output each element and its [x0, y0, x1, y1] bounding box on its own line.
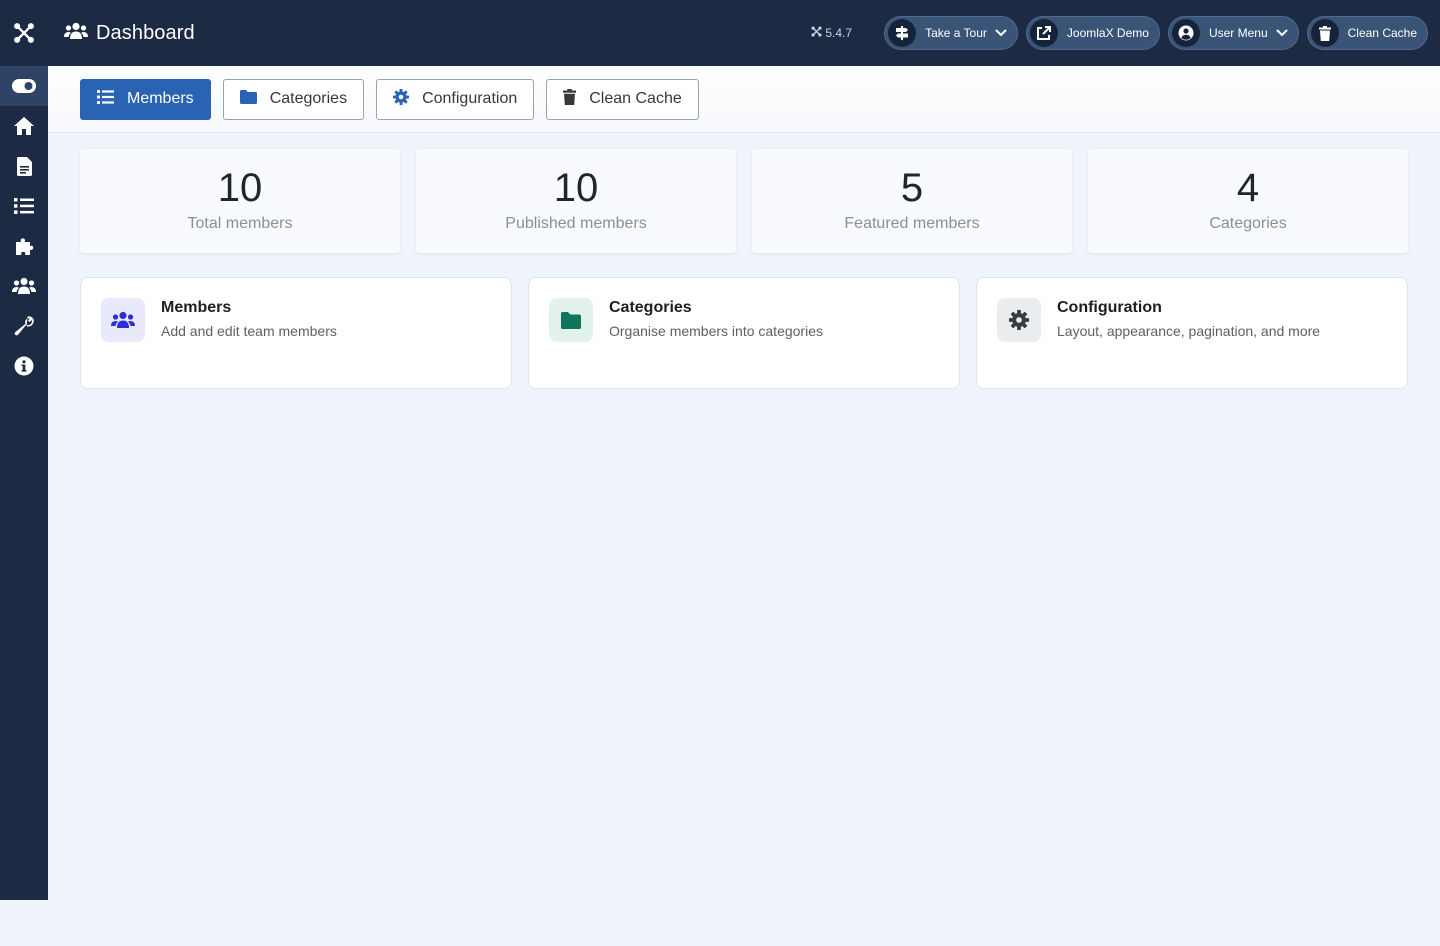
list-icon — [14, 198, 34, 214]
joomlax-demo-label: JoomlaX Demo — [1066, 26, 1149, 40]
folder-icon — [549, 298, 593, 342]
card-title: Categories — [609, 299, 692, 316]
sidebar-item-content[interactable] — [0, 146, 48, 186]
title-wrap: Dashboard — [64, 22, 195, 45]
sidebar-item-components[interactable] — [0, 226, 48, 266]
stat-value: 10 — [553, 166, 599, 210]
header-clean-cache-label: Clean Cache — [1347, 26, 1417, 40]
categories-button[interactable]: Categories — [222, 78, 365, 120]
users-icon — [64, 22, 96, 45]
quick-links: Members Add and edit team members Catego… — [80, 277, 1408, 389]
stats-row: 10 Total members 10 Published members 5 … — [80, 149, 1408, 253]
wrench-icon — [14, 316, 34, 336]
joomla-logo-icon — [811, 26, 825, 40]
members-button[interactable]: Members — [80, 78, 211, 120]
version-text: 5.4.7 — [825, 26, 853, 40]
header: Dashboard 5.4.7 Take a Tour JoomlaX Demo… — [48, 0, 1440, 66]
chevron-down-icon — [1275, 29, 1288, 37]
file-icon — [16, 156, 32, 176]
sidebar-item-system[interactable] — [0, 306, 48, 346]
user-menu-button[interactable]: User Menu — [1167, 16, 1299, 50]
sidebar-item-menus[interactable] — [0, 186, 48, 226]
info-icon — [14, 356, 34, 376]
categories-button-label: Categories — [269, 90, 348, 107]
list-icon — [97, 89, 127, 109]
card-text: Configuration Layout, appearance, pagina… — [1057, 298, 1320, 368]
user-menu-label: User Menu — [1208, 26, 1268, 40]
card-title: Configuration — [1057, 299, 1162, 316]
configuration-button-label: Configuration — [422, 90, 518, 107]
header-clean-cache-button[interactable]: Clean Cache — [1306, 16, 1428, 50]
stat-published-members: 10 Published members — [416, 149, 736, 253]
joomla-logo-icon[interactable] — [0, 0, 48, 66]
header-actions: 5.4.7 Take a Tour JoomlaX Demo User Menu… — [811, 16, 1428, 50]
take-a-tour-button[interactable]: Take a Tour — [884, 16, 1018, 50]
stat-label: Categories — [1209, 215, 1287, 232]
folder-icon — [239, 89, 270, 109]
card-description: Add and edit team members — [161, 323, 337, 339]
gear-icon — [997, 298, 1041, 342]
signs-post-icon — [888, 19, 917, 47]
page-title: Dashboard — [96, 21, 195, 44]
members-card[interactable]: Members Add and edit team members — [80, 277, 512, 389]
stat-featured-members: 5 Featured members — [752, 149, 1072, 253]
gear-icon — [393, 88, 422, 110]
stat-value: 4 — [1236, 166, 1260, 210]
card-description: Organise members into categories — [609, 323, 823, 339]
chevron-down-icon — [995, 29, 1007, 37]
home-icon — [14, 117, 34, 135]
stat-label: Featured members — [844, 215, 980, 232]
stat-value: 10 — [217, 166, 263, 210]
stat-label: Total members — [187, 215, 293, 232]
card-text: Categories Organise members into categor… — [609, 298, 823, 368]
toggle-icon — [12, 79, 36, 93]
card-text: Members Add and edit team members — [161, 298, 337, 368]
clean-cache-button[interactable]: Clean Cache — [546, 78, 699, 120]
configuration-card[interactable]: Configuration Layout, appearance, pagina… — [976, 277, 1408, 389]
stat-value: 5 — [900, 166, 924, 210]
stat-categories: 4 Categories — [1088, 149, 1408, 253]
sidebar-item-users[interactable] — [0, 266, 48, 306]
trash-icon — [563, 88, 589, 110]
joomlax-demo-button[interactable]: JoomlaX Demo — [1025, 16, 1160, 50]
take-a-tour-label: Take a Tour — [925, 26, 987, 40]
users-icon — [101, 298, 145, 342]
sidebar-item-help[interactable] — [0, 346, 48, 386]
card-title: Members — [161, 299, 232, 316]
members-button-label: Members — [127, 90, 194, 107]
clean-cache-button-label: Clean Cache — [589, 90, 682, 107]
stat-total-members: 10 Total members — [80, 149, 400, 253]
configuration-button[interactable]: Configuration — [376, 78, 535, 120]
categories-card[interactable]: Categories Organise members into categor… — [528, 277, 960, 389]
puzzle-icon — [14, 236, 34, 256]
sidebar-item-toggle[interactable] — [0, 66, 48, 106]
users-icon — [12, 277, 36, 295]
trash-icon — [1310, 19, 1339, 47]
toolbar: Members Categories Configuration Clean C… — [48, 66, 1440, 133]
sidebar — [0, 0, 48, 900]
stat-label: Published members — [505, 215, 647, 232]
card-description: Layout, appearance, pagination, and more — [1057, 323, 1321, 339]
version-indicator: 5.4.7 — [811, 26, 852, 40]
sidebar-item-home[interactable] — [0, 106, 48, 146]
user-circle-icon — [1171, 19, 1200, 47]
external-link-icon — [1029, 19, 1058, 47]
